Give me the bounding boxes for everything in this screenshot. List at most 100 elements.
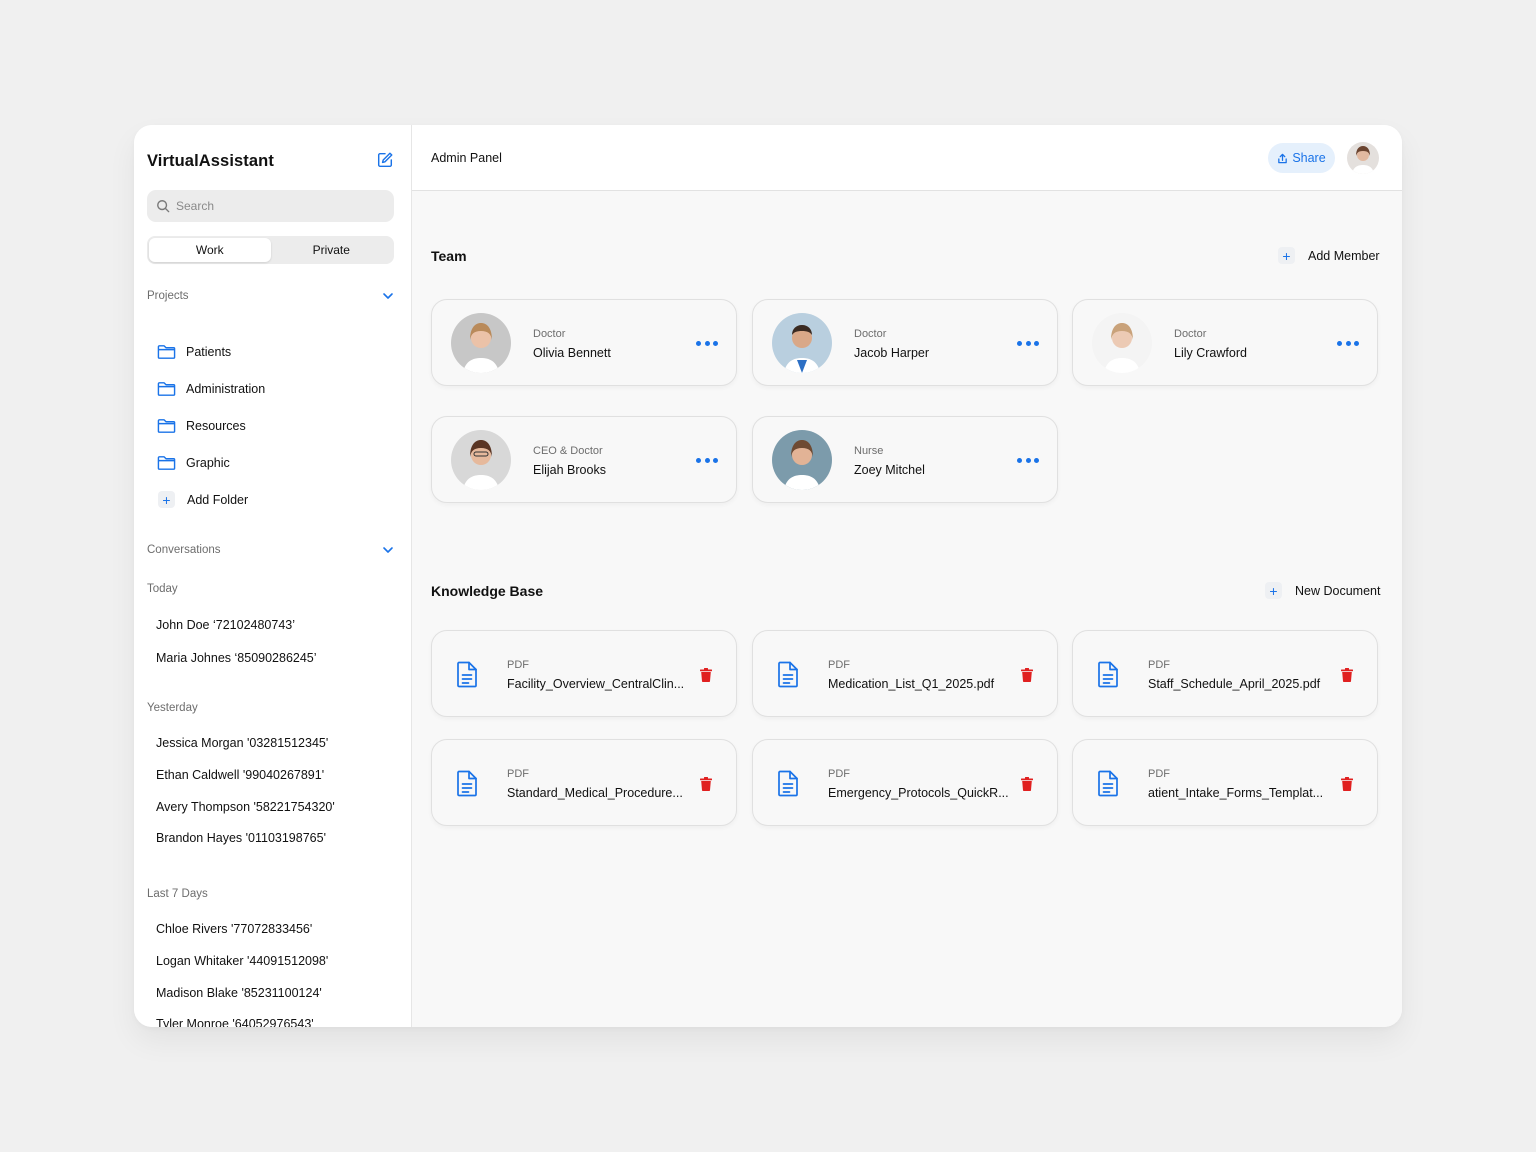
document-card[interactable]: PDF Standard_Medical_Procedure... bbox=[431, 739, 737, 826]
trash-icon[interactable] bbox=[1341, 777, 1353, 791]
segment-private[interactable]: Private bbox=[271, 238, 393, 262]
main-content: Admin Panel Share Team + Add Member Doct… bbox=[412, 125, 1402, 1027]
knowledge-base-title: Knowledge Base bbox=[431, 583, 544, 599]
avatar bbox=[772, 313, 832, 373]
more-dots-icon[interactable] bbox=[696, 338, 718, 348]
document-card[interactable]: PDF Medication_List_Q1_2025.pdf bbox=[752, 630, 1058, 717]
avatar-image bbox=[1347, 142, 1379, 174]
conversation-item[interactable]: Tyler Monroe '64052976543' bbox=[156, 1017, 314, 1027]
member-role: Nurse bbox=[854, 445, 884, 457]
add-folder-label: Add Folder bbox=[187, 492, 249, 507]
plus-icon: + bbox=[158, 491, 175, 508]
more-dots-icon[interactable] bbox=[1017, 338, 1039, 348]
user-avatar[interactable] bbox=[1347, 142, 1379, 174]
share-button[interactable]: Share bbox=[1268, 143, 1335, 173]
workspace-toggle: Work Private bbox=[147, 236, 394, 264]
folder-icon bbox=[157, 456, 176, 470]
new-document-button[interactable]: + New Document bbox=[1265, 582, 1380, 599]
group-label-yesterday: Yesterday bbox=[147, 702, 198, 714]
conversation-item[interactable]: Jessica Morgan '03281512345' bbox=[156, 736, 328, 750]
projects-label: Projects bbox=[147, 290, 189, 302]
conversations-label: Conversations bbox=[147, 544, 221, 556]
document-card[interactable]: PDF Emergency_Protocols_QuickR... bbox=[752, 739, 1058, 826]
document-name: Facility_Overview_CentralClin... bbox=[507, 677, 685, 691]
avatar-image bbox=[451, 430, 511, 490]
document-type: PDF bbox=[828, 659, 850, 671]
avatar-image bbox=[1092, 313, 1152, 373]
plus-icon: + bbox=[1278, 247, 1295, 264]
folder-label: Patients bbox=[186, 345, 232, 359]
document-icon bbox=[778, 770, 798, 797]
conversation-item[interactable]: John Doe ‘72102480743’ bbox=[156, 618, 295, 632]
document-icon bbox=[457, 770, 477, 797]
document-name: Emergency_Protocols_QuickR... bbox=[828, 786, 1009, 800]
chevron-down-icon[interactable] bbox=[382, 544, 394, 556]
folder-label: Graphic bbox=[186, 456, 230, 470]
document-card[interactable]: PDF Facility_Overview_CentralClin... bbox=[431, 630, 737, 717]
document-icon bbox=[778, 661, 798, 688]
folder-label: Resources bbox=[186, 419, 246, 433]
trash-icon[interactable] bbox=[1021, 668, 1033, 682]
edit-icon[interactable] bbox=[376, 151, 394, 169]
app-title: VirtualAssistant bbox=[147, 152, 274, 170]
sidebar: VirtualAssistant Work Private Projects P… bbox=[134, 125, 412, 1027]
more-dots-icon[interactable] bbox=[1337, 338, 1359, 348]
share-icon bbox=[1278, 153, 1288, 163]
team-member-card[interactable]: CEO & Doctor Elijah Brooks bbox=[431, 416, 737, 503]
folder-graphic[interactable]: Graphic bbox=[157, 455, 230, 471]
avatar bbox=[1092, 313, 1152, 373]
new-document-label: New Document bbox=[1295, 583, 1381, 598]
member-name: Lily Crawford bbox=[1174, 346, 1247, 360]
more-dots-icon[interactable] bbox=[1017, 455, 1039, 465]
trash-icon[interactable] bbox=[1021, 777, 1033, 791]
trash-icon[interactable] bbox=[700, 777, 712, 791]
member-name: Jacob Harper bbox=[854, 346, 930, 360]
conversation-item[interactable]: Logan Whitaker '44091512098' bbox=[156, 954, 328, 968]
conversation-item[interactable]: Madison Blake '85231100124' bbox=[156, 986, 322, 1000]
search-input[interactable] bbox=[176, 199, 376, 213]
trash-icon[interactable] bbox=[1341, 668, 1353, 682]
conversation-item[interactable]: Ethan Caldwell '99040267891' bbox=[156, 768, 324, 782]
conversation-item[interactable]: Chloe Rivers '77072833456' bbox=[156, 922, 312, 936]
member-role: Doctor bbox=[533, 328, 566, 340]
add-member-label: Add Member bbox=[1308, 248, 1380, 263]
search-icon bbox=[157, 200, 170, 213]
team-member-card[interactable]: Doctor Lily Crawford bbox=[1072, 299, 1378, 386]
folder-patients[interactable]: Patients bbox=[157, 344, 231, 360]
conversations-header[interactable]: Conversations bbox=[147, 544, 394, 556]
conversation-item[interactable]: Avery Thompson '58221754320' bbox=[156, 800, 335, 814]
document-icon bbox=[457, 661, 477, 688]
segment-work[interactable]: Work bbox=[149, 238, 271, 262]
add-folder-button[interactable]: + Add Folder bbox=[158, 491, 248, 508]
team-member-card[interactable]: Doctor Jacob Harper bbox=[752, 299, 1058, 386]
folder-administration[interactable]: Administration bbox=[157, 381, 265, 397]
document-card[interactable]: PDF atient_Intake_Forms_Templat... bbox=[1072, 739, 1378, 826]
page-title: Admin Panel bbox=[431, 151, 502, 165]
document-type: PDF bbox=[828, 768, 850, 780]
document-name: Staff_Schedule_April_2025.pdf bbox=[1148, 677, 1321, 691]
conversation-item[interactable]: Maria Johnes ‘85090286245’ bbox=[156, 651, 317, 665]
folder-icon bbox=[157, 345, 176, 359]
document-type: PDF bbox=[507, 659, 529, 671]
folder-icon bbox=[157, 419, 176, 433]
team-member-card[interactable]: Doctor Olivia Bennett bbox=[431, 299, 737, 386]
document-card[interactable]: PDF Staff_Schedule_April_2025.pdf bbox=[1072, 630, 1378, 717]
document-name: Medication_List_Q1_2025.pdf bbox=[828, 677, 995, 691]
member-role: CEO & Doctor bbox=[533, 445, 603, 457]
document-name: Standard_Medical_Procedure... bbox=[507, 786, 683, 800]
chevron-down-icon[interactable] bbox=[382, 290, 394, 302]
avatar bbox=[772, 430, 832, 490]
member-name: Zoey Mitchel bbox=[854, 463, 925, 477]
conversation-item[interactable]: Brandon Hayes '01103198765' bbox=[156, 831, 326, 845]
trash-icon[interactable] bbox=[700, 668, 712, 682]
search-bar[interactable] bbox=[147, 190, 394, 222]
document-type: PDF bbox=[1148, 768, 1170, 780]
group-label-last-7-days: Last 7 Days bbox=[147, 888, 208, 900]
folder-resources[interactable]: Resources bbox=[157, 418, 246, 434]
team-member-card[interactable]: Nurse Zoey Mitchel bbox=[752, 416, 1058, 503]
avatar-image bbox=[772, 313, 832, 373]
add-member-button[interactable]: + Add Member bbox=[1278, 247, 1380, 264]
projects-header[interactable]: Projects bbox=[147, 290, 394, 302]
more-dots-icon[interactable] bbox=[696, 455, 718, 465]
member-role: Doctor bbox=[854, 328, 887, 340]
